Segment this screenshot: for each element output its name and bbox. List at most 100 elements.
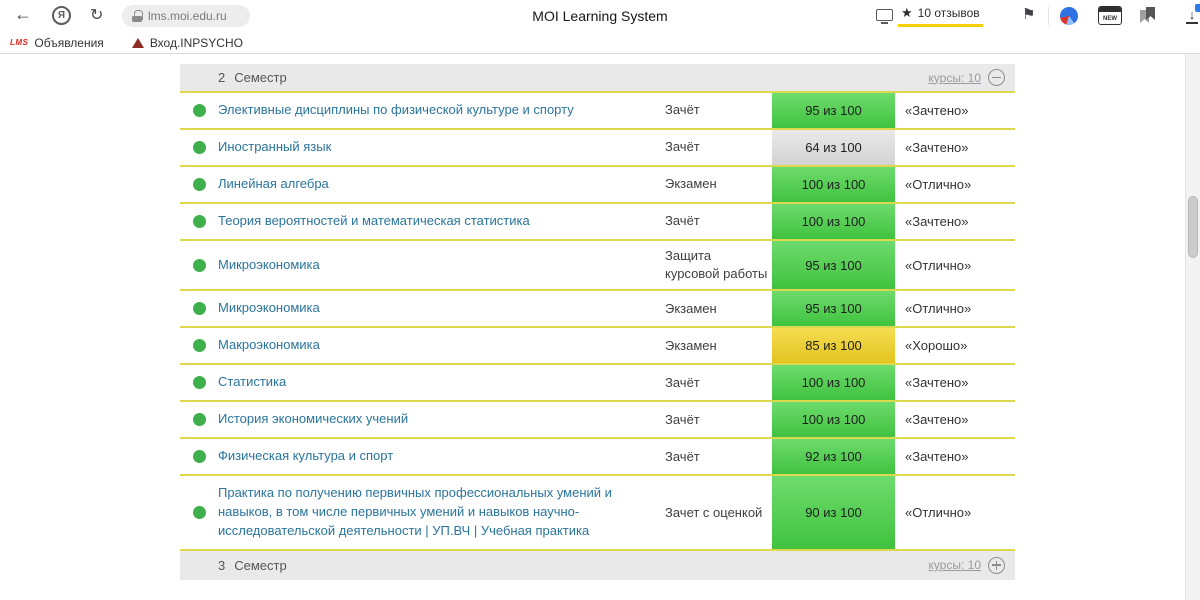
yandex-home-button[interactable]: Я [52, 6, 71, 25]
assessment-type: Зачёт [665, 213, 700, 229]
course-link[interactable]: Макроэкономика [218, 328, 665, 363]
grade-text: «Зачтено» [905, 449, 969, 465]
extension-collections-icon[interactable] [1140, 7, 1158, 24]
semester-number: 2 [218, 70, 226, 85]
assessment-type: Зачёт [665, 102, 700, 118]
status-dot-icon [193, 376, 206, 390]
back-icon: ← [14, 4, 32, 24]
assessment-type: Защита курсовой работы [665, 248, 768, 282]
grade-text: «Зачтено» [905, 412, 969, 428]
inpsycho-favicon [131, 37, 144, 48]
back-button[interactable]: ← [14, 4, 32, 25]
course-link[interactable]: Иностранный язык [218, 130, 665, 165]
collapse-icon[interactable] [988, 69, 1005, 86]
vertical-scrollbar[interactable] [1185, 54, 1200, 600]
expand-icon[interactable] [988, 556, 1005, 574]
bookmark-item-inpsycho[interactable]: Вход.INPSYCHO [131, 36, 243, 50]
status-dot-icon [193, 104, 206, 117]
status-dot-icon [193, 413, 206, 427]
grades-table-body: Элективные дисциплины по физической куль… [180, 93, 1015, 551]
semester-label: Семестр [234, 557, 287, 573]
status-dot-icon [193, 506, 206, 520]
grade-text: «Зачтено» [905, 214, 969, 229]
grades-table: 2 Семестр курсы: 10 Элективные дисциплин… [180, 64, 1015, 580]
course-row: Элективные дисциплины по физической куль… [180, 93, 1015, 130]
course-row: Микроэкономика Экзамен 95 из 100 «Отличн… [180, 291, 1015, 329]
assessment-type: Зачёт [665, 448, 700, 464]
score-cell: 95 из 100 [772, 291, 895, 327]
course-link[interactable]: Практика по получению первичных професси… [218, 476, 665, 549]
grade-text: «Отлично» [905, 505, 972, 521]
course-link[interactable]: Микроэкономика [218, 248, 665, 283]
courses-count-link[interactable]: курсы: 10 [928, 558, 981, 572]
downloads-button[interactable]: ↓ [1182, 4, 1200, 26]
course-row: Иностранный язык Зачёт 64 из 100 «Зачтен… [180, 130, 1015, 167]
bookmarks-bar: LMS Объявления Вход.INPSYCHO [0, 32, 1200, 54]
bookmark-item-announcements[interactable]: LMS Объявления [10, 36, 104, 50]
flag-icon: ⚑ [1022, 6, 1036, 23]
lms-favicon: LMS [10, 38, 29, 47]
course-link[interactable]: Микроэкономика [218, 291, 665, 326]
score-cell: 95 из 100 [772, 93, 895, 128]
course-row: Линейная алгебра Экзамен 100 из 100 «Отл… [180, 167, 1015, 204]
grade-text: «Хорошо» [905, 338, 968, 354]
courses-count-link[interactable]: курсы: 10 [928, 71, 981, 85]
course-row: Физическая культура и спорт Зачёт 92 из … [180, 439, 1015, 477]
course-link[interactable]: Физическая культура и спорт [218, 439, 665, 474]
yandex-icon: Я [57, 10, 66, 21]
score-cell: 95 из 100 [772, 241, 895, 290]
assessment-type: Зачёт [665, 139, 700, 155]
status-dot-icon [193, 339, 206, 353]
grade-text: «Отлично» [905, 257, 972, 273]
grade-text: «Зачтено» [905, 375, 969, 391]
rating-label: 10 отзывов [917, 6, 980, 20]
course-row: Макроэкономика Экзамен 85 из 100 «Хорошо… [180, 328, 1015, 366]
score-cell: 64 из 100 [772, 130, 895, 165]
course-row: Микроэкономика Защита курсовой работы 95… [180, 241, 1015, 292]
grade-text: «Отлично» [905, 177, 972, 192]
score-cell: 85 из 100 [772, 328, 895, 364]
assessment-type: Экзамен [665, 176, 717, 192]
score-cell: 100 из 100 [772, 167, 895, 202]
score-cell: 100 из 100 [772, 402, 895, 438]
screencast-icon[interactable] [876, 8, 893, 25]
bookmark-flag-button[interactable]: ⚑ [1022, 5, 1035, 23]
assessment-type: Зачет с оценкой [665, 504, 763, 520]
status-dot-icon [193, 258, 206, 272]
toolbar-divider [1048, 7, 1049, 25]
assessment-type: Зачёт [665, 374, 700, 390]
grade-text: «Зачтено» [905, 103, 969, 118]
semester-header: 2 Семестр курсы: 10 [180, 64, 1015, 93]
address-bar[interactable]: lms.moi.edu.ru [122, 5, 250, 27]
download-badge [1195, 4, 1200, 12]
refresh-icon: ↻ [90, 7, 104, 24]
course-link[interactable]: Элективные дисциплины по физической куль… [218, 93, 665, 128]
course-row: Теория вероятностей и математическая ста… [180, 204, 1015, 241]
site-rating-widget[interactable]: ★ 10 отзывов [898, 6, 983, 27]
course-link[interactable]: Статистика [218, 365, 665, 400]
semester-number: 3 [218, 557, 226, 573]
semester-label: Семестр [234, 70, 287, 85]
course-row: История экономических учений Зачёт 100 и… [180, 402, 1015, 440]
course-link[interactable]: Теория вероятностей и математическая ста… [218, 204, 665, 239]
assessment-type: Зачёт [665, 411, 700, 427]
course-row: Практика по получению первичных професси… [180, 476, 1015, 551]
scrollbar-thumb[interactable] [1188, 196, 1198, 258]
extension-new-icon[interactable]: NEW [1098, 6, 1122, 25]
status-dot-icon [193, 450, 206, 464]
score-cell: 100 из 100 [772, 204, 895, 239]
refresh-button[interactable]: ↻ [90, 5, 103, 25]
course-row: Статистика Зачёт 100 из 100 «Зачтено» [180, 365, 1015, 403]
course-link[interactable]: Линейная алгебра [218, 167, 665, 202]
assessment-type: Экзамен [665, 300, 717, 316]
status-dot-icon [193, 141, 206, 154]
assessment-type: Экзамен [665, 337, 717, 353]
grade-text: «Отлично» [905, 301, 972, 317]
new-badge-label: NEW [1103, 16, 1117, 22]
extension-sphere-icon[interactable] [1060, 7, 1078, 25]
status-dot-icon [193, 178, 206, 191]
course-link[interactable]: История экономических учений [218, 402, 665, 437]
score-cell: 92 из 100 [772, 439, 895, 475]
score-cell: 90 из 100 [772, 476, 895, 549]
star-icon: ★ [901, 5, 913, 20]
